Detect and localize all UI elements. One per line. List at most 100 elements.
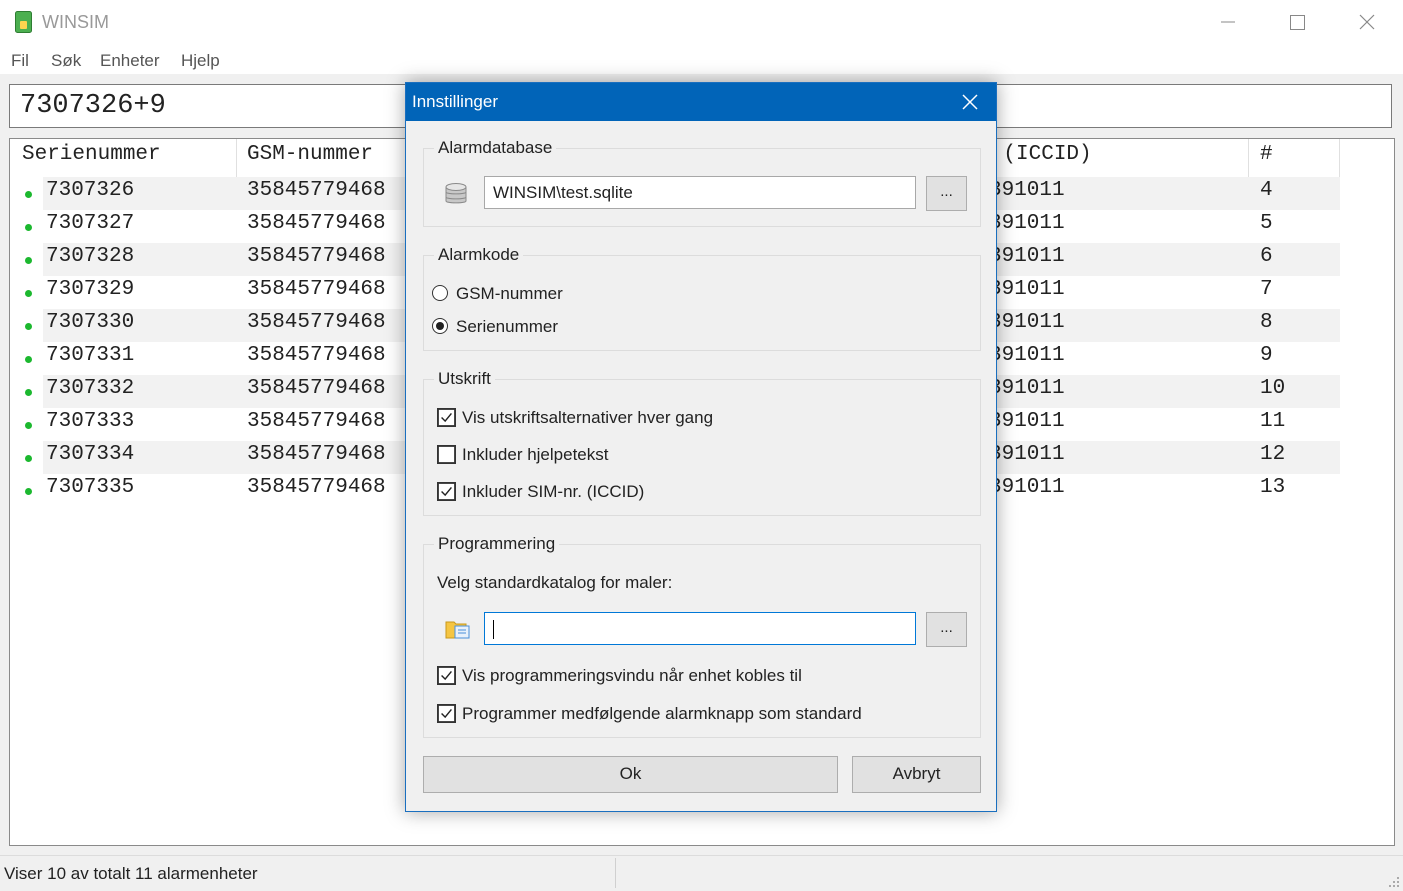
radio-button-checked[interactable] (432, 318, 448, 334)
cell-count: 7 (1260, 278, 1273, 301)
cell-gsm-nummer: 35845779468 (247, 443, 386, 466)
cell-iccid: 391011 (989, 311, 1065, 334)
search-input[interactable] (20, 90, 400, 122)
status-divider (615, 858, 616, 888)
status-dot-icon (25, 455, 32, 462)
cell-gsm-nummer: 35845779468 (247, 476, 386, 499)
window-title: WINSIM (42, 12, 109, 32)
status-dot-icon (25, 224, 32, 231)
status-dot-icon (25, 290, 32, 297)
group-utskrift: Utskrift Vis utskriftsalternativer hver … (423, 369, 981, 516)
cell-gsm-nummer: 35845779468 (247, 377, 386, 400)
minimize-button[interactable] (1193, 0, 1263, 44)
close-icon (1359, 14, 1375, 30)
menu-enheter[interactable]: Enheter (100, 51, 160, 71)
menu-sok[interactable]: Søk (51, 51, 81, 71)
database-path-field[interactable]: WINSIM\test.sqlite (484, 176, 916, 209)
status-dot-icon (25, 191, 32, 198)
cell-iccid: 391011 (989, 179, 1065, 202)
cell-iccid: 391011 (989, 278, 1065, 301)
cell-gsm-nummer: 35845779468 (247, 179, 386, 202)
status-dot-icon (25, 356, 32, 363)
cell-count: 6 (1260, 245, 1273, 268)
browse-database-button[interactable]: ... (926, 176, 967, 211)
column-header-gsm[interactable]: GSM-nummer (247, 143, 373, 166)
title-bar: WINSIM (0, 0, 1403, 44)
ok-button[interactable]: Ok (423, 756, 838, 793)
radio-button-unchecked[interactable] (432, 285, 448, 301)
cell-serienummer: 7307332 (46, 377, 135, 400)
close-button[interactable] (1333, 0, 1403, 44)
status-dot-icon (25, 257, 32, 264)
cell-count: 11 (1260, 410, 1286, 433)
text-cursor (493, 620, 494, 640)
checkbox-checked-icon[interactable] (437, 482, 456, 501)
cell-serienummer: 7307333 (46, 410, 135, 433)
browse-catalog-button[interactable]: ... (926, 612, 967, 647)
cell-count: 13 (1260, 476, 1286, 499)
cell-iccid: 391011 (989, 344, 1065, 367)
cell-serienummer: 7307327 (46, 212, 135, 235)
group-label-alarmkode: Alarmkode (434, 245, 524, 265)
cell-iccid: 391011 (989, 476, 1065, 499)
checkbox-label: Vis programmeringsvindu når enhet kobles… (462, 666, 802, 685)
catalog-path-field[interactable] (484, 612, 916, 645)
cell-gsm-nummer: 35845779468 (247, 311, 386, 334)
menu-hjelp[interactable]: Hjelp (181, 51, 220, 71)
group-alarmkode: Alarmkode GSM-nummer Serienummer (423, 245, 981, 351)
group-programmering: Programmering Velg standardkatalog for m… (423, 534, 981, 738)
checkbox-label: Inkluder SIM-nr. (ICCID) (462, 482, 645, 501)
cell-count: 10 (1260, 377, 1286, 400)
status-bar: Viser 10 av totalt 11 alarmenheter (0, 855, 1403, 891)
cell-iccid: 391011 (989, 443, 1065, 466)
dialog-close-button[interactable] (944, 83, 996, 121)
radio-label-gsm: GSM-nummer (456, 284, 563, 303)
cell-serienummer: 7307329 (46, 278, 135, 301)
column-separator (236, 139, 237, 177)
dialog-title-bar: Innstillinger (406, 83, 996, 121)
resize-grip-icon[interactable] (1386, 874, 1400, 888)
cell-iccid: 391011 (989, 212, 1065, 235)
cell-gsm-nummer: 35845779468 (247, 245, 386, 268)
radio-label-serienummer: Serienummer (456, 317, 559, 336)
cell-gsm-nummer: 35845779468 (247, 344, 386, 367)
menu-fil[interactable]: Fil (11, 51, 29, 71)
cell-count: 5 (1260, 212, 1273, 235)
cancel-button[interactable]: Avbryt (852, 756, 981, 793)
sim-card-icon (15, 11, 32, 33)
close-icon (962, 94, 978, 110)
cell-iccid: 391011 (989, 245, 1065, 268)
cell-serienummer: 7307328 (46, 245, 135, 268)
checkbox-checked-icon[interactable] (437, 408, 456, 427)
maximize-icon (1290, 15, 1305, 30)
column-header-serienummer[interactable]: Serienummer (22, 143, 161, 166)
cell-gsm-nummer: 35845779468 (247, 212, 386, 235)
dialog-title: Innstillinger (412, 92, 498, 111)
group-label-programmering: Programmering (434, 534, 560, 554)
column-header-count[interactable]: # (1260, 143, 1273, 166)
catalog-label: Velg standardkatalog for maler: (437, 573, 673, 592)
settings-dialog: Innstillinger Alarmdatabase WINSIM\test.… (405, 82, 997, 812)
status-dot-icon (25, 389, 32, 396)
column-separator (1248, 139, 1249, 177)
status-dot-icon (25, 422, 32, 429)
cell-count: 8 (1260, 311, 1273, 334)
checkbox-label: Inkluder hjelpetekst (462, 445, 609, 464)
cell-gsm-nummer: 35845779468 (247, 278, 386, 301)
group-label-alarmdatabase: Alarmdatabase (434, 138, 557, 158)
minimize-icon (1221, 21, 1235, 23)
checkbox-label: Programmer medfølgende alarmknapp som st… (462, 704, 862, 723)
checkbox-checked-icon[interactable] (437, 704, 456, 723)
maximize-button[interactable] (1263, 0, 1333, 44)
checkbox-checked-icon[interactable] (437, 666, 456, 685)
cell-serienummer: 7307335 (46, 476, 135, 499)
database-icon (445, 183, 467, 204)
status-dot-icon (25, 323, 32, 330)
group-label-utskrift: Utskrift (434, 369, 495, 389)
cell-serienummer: 7307331 (46, 344, 135, 367)
checkbox-unchecked-icon[interactable] (437, 445, 456, 464)
status-dot-icon (25, 488, 32, 495)
cell-gsm-nummer: 35845779468 (247, 410, 386, 433)
cell-serienummer: 7307330 (46, 311, 135, 334)
cell-serienummer: 7307334 (46, 443, 135, 466)
